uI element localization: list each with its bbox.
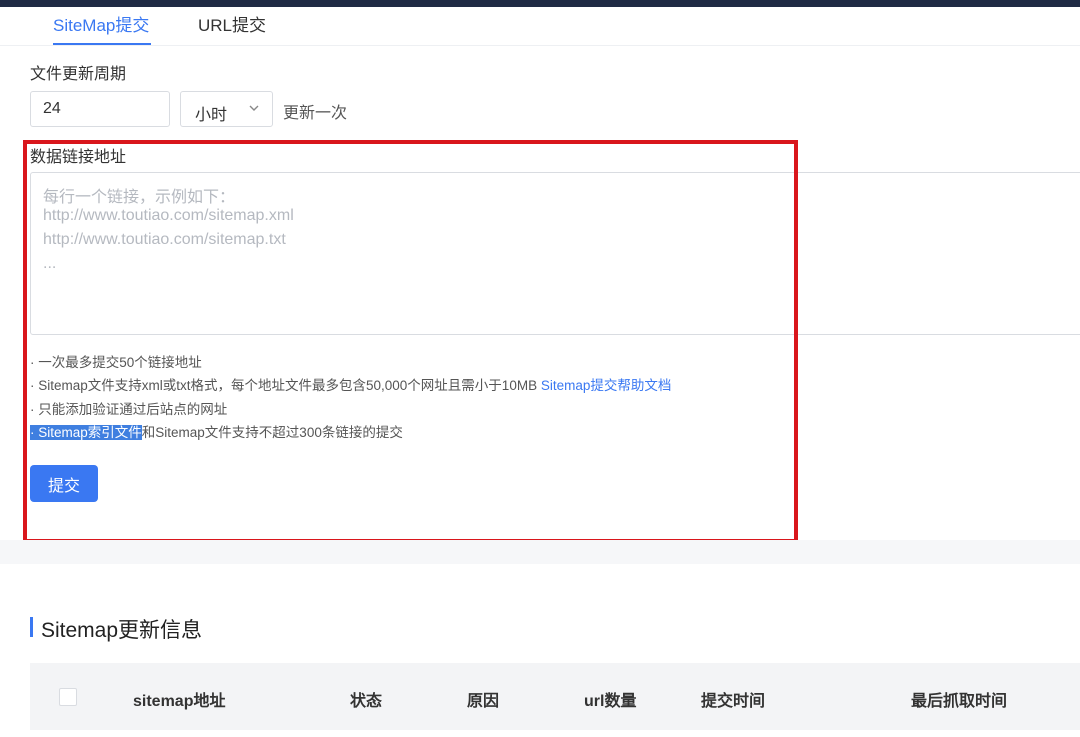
column-header-reason: 原因 — [467, 693, 500, 710]
section-title: Sitemap更新信息 — [41, 619, 203, 642]
placeholder-line: http://www.toutiao.com/sitemap.txt — [43, 231, 286, 248]
column-header-sitemap-url: sitemap地址 — [133, 693, 226, 710]
note-max-links: · 一次最多提交50个链接地址 — [30, 355, 202, 370]
chevron-down-icon — [249, 105, 259, 111]
sitemap-help-link[interactable]: Sitemap提交帮助文档 — [541, 378, 672, 393]
column-header-last-crawl-time: 最后抓取时间 — [911, 693, 1008, 710]
data-links-label: 数据链接地址 — [30, 149, 127, 166]
unit-select-value: 小时 — [195, 107, 228, 124]
update-cycle-input[interactable] — [30, 91, 170, 127]
column-header-status: 状态 — [350, 693, 383, 710]
tab-bar: SiteMap提交 URL提交 — [0, 7, 1080, 46]
tab-sitemap-submit[interactable]: SiteMap提交 — [53, 11, 149, 36]
submit-button[interactable]: 提交 — [30, 465, 98, 502]
section-title-bar — [30, 617, 33, 637]
data-links-textarea[interactable]: 每行一个链接，示例如下： http://www.toutiao.com/site… — [30, 172, 1080, 335]
section-divider — [0, 540, 1080, 564]
selected-text-highlight: · Sitemap索引文件 — [30, 425, 142, 440]
unit-select[interactable]: 小时 — [180, 91, 273, 127]
note-index-file-text: 和Sitemap文件支持不超过300条链接的提交 — [141, 425, 403, 440]
note-file-format: · Sitemap文件支持xml或txt格式，每个地址文件最多包含50,000个… — [30, 374, 671, 394]
table-header: sitemap地址 状态 原因 url数量 提交时间 最后抓取时间 — [30, 663, 1080, 730]
update-cycle-suffix: 更新一次 — [283, 105, 348, 122]
note-verified-only: · 只能添加验证通过后站点的网址 — [30, 402, 228, 417]
tab-url-submit[interactable]: URL提交 — [198, 11, 266, 36]
placeholder-line: ... — [43, 255, 57, 272]
active-tab-indicator — [53, 43, 151, 45]
column-header-submit-time: 提交时间 — [701, 693, 766, 710]
select-all-checkbox[interactable] — [59, 688, 77, 706]
note-index-file: · Sitemap索引文件和Sitemap文件支持不超过300条链接的提交 — [30, 421, 403, 441]
placeholder-line: 每行一个链接，示例如下： — [43, 189, 236, 206]
top-nav-bar — [0, 0, 1080, 7]
note-file-format-text: · Sitemap文件支持xml或txt格式，每个地址文件最多包含50,000个… — [30, 378, 541, 393]
update-cycle-label: 文件更新周期 — [30, 66, 127, 83]
placeholder-line: http://www.toutiao.com/sitemap.xml — [43, 207, 294, 224]
column-header-url-count: url数量 — [584, 693, 637, 710]
